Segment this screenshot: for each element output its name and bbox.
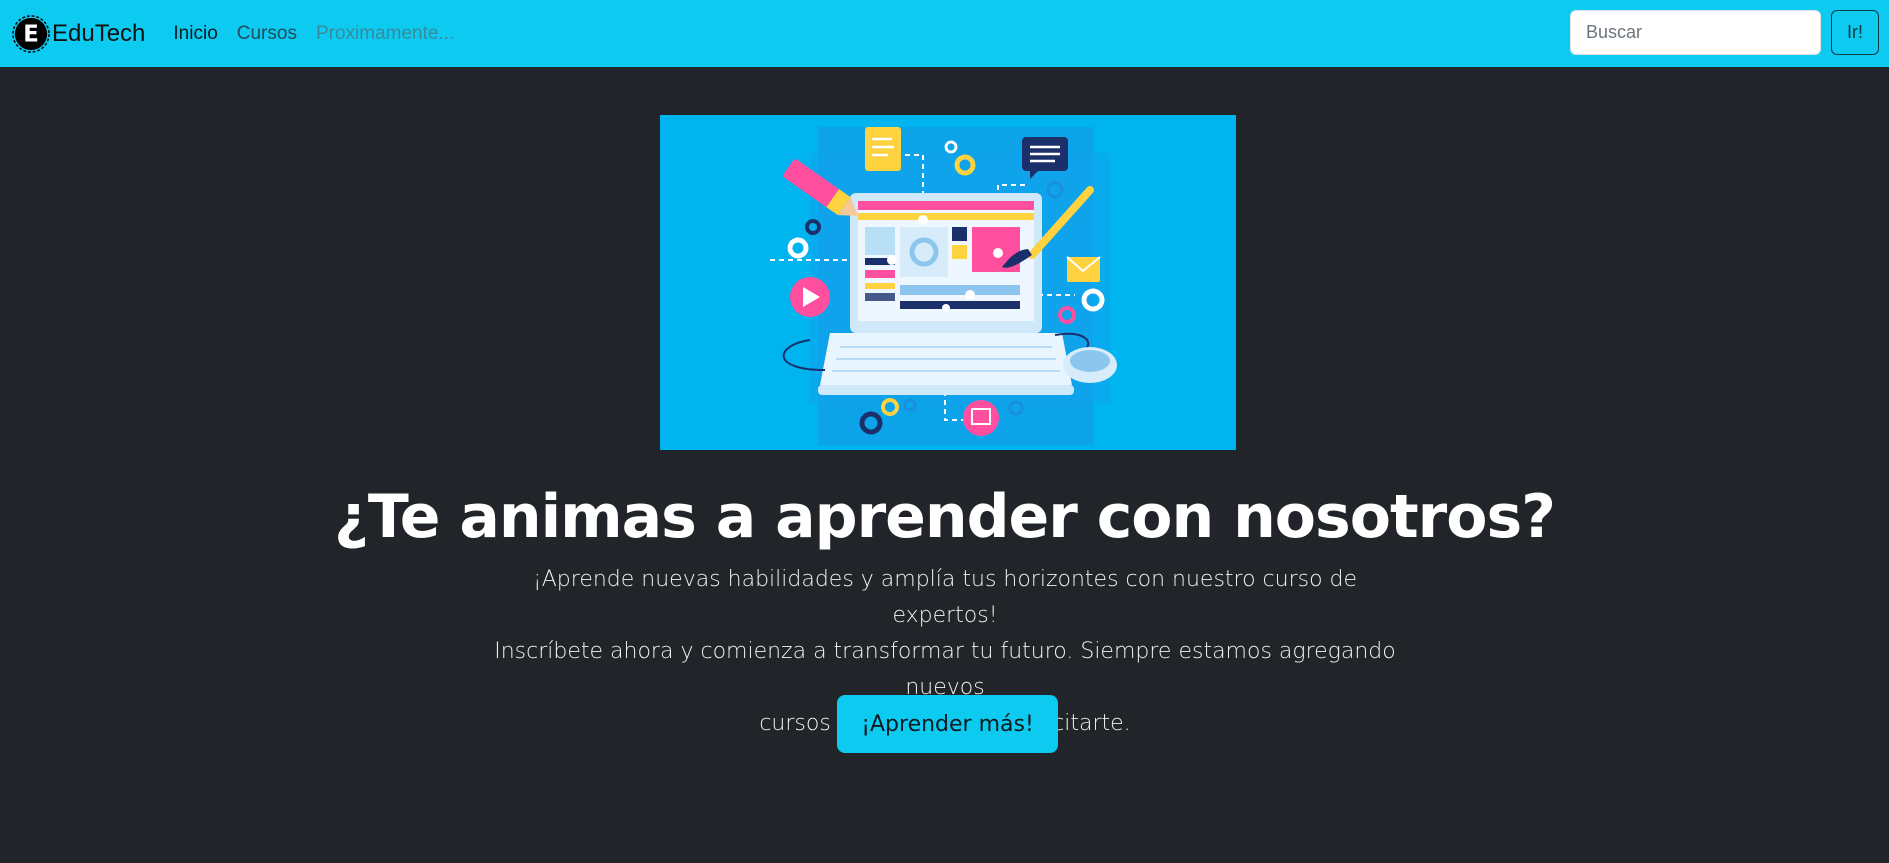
search-input[interactable] xyxy=(1570,10,1821,55)
hero-title: ¿Te animas a aprender con nosotros? xyxy=(334,482,1556,552)
navbar: E EduTech Inicio Cursos Proximamente... … xyxy=(0,0,1889,67)
brand-link[interactable]: E EduTech xyxy=(12,14,146,53)
brand-name: EduTech xyxy=(52,19,146,47)
learn-more-button[interactable]: ¡Aprender más! xyxy=(837,695,1058,753)
hero-illustration xyxy=(660,115,1236,450)
nav-links: Inicio Cursos Proximamente... xyxy=(173,23,454,45)
search-form: Ir! xyxy=(1570,10,1879,55)
hero-lead-line-1: ¡Aprende nuevas habilidades y amplía tus… xyxy=(532,567,1358,628)
svg-text:E: E xyxy=(23,21,39,47)
hero-lead-line-2: Inscríbete ahora y comienza a transforma… xyxy=(494,639,1396,700)
nav-link-inicio[interactable]: Inicio xyxy=(173,23,217,45)
nav-link-proximamente: Proximamente... xyxy=(315,22,455,44)
laptop-web-design-illustration-icon xyxy=(660,115,1236,450)
nav-link-cursos[interactable]: Cursos xyxy=(237,23,297,45)
edutech-logo-icon: E xyxy=(12,14,50,53)
search-button[interactable]: Ir! xyxy=(1831,10,1879,55)
